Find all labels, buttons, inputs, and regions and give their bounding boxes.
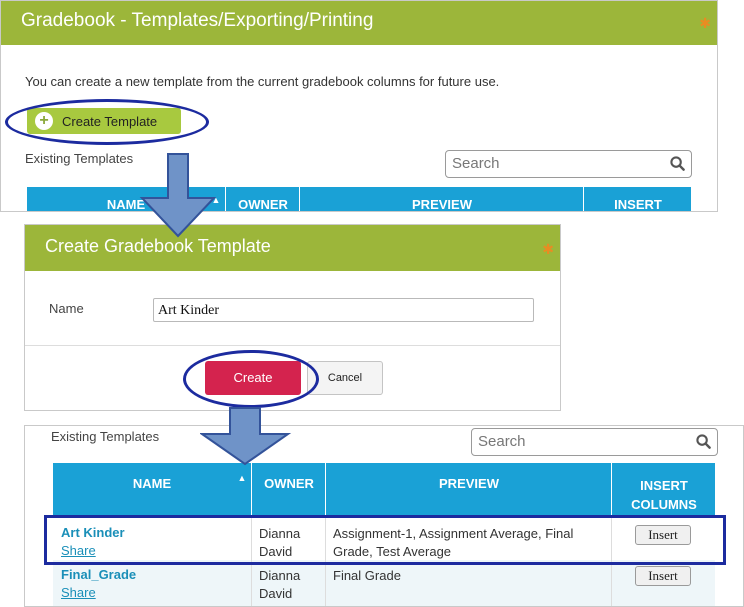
sort-asc-icon: ▲	[237, 473, 247, 483]
column-owner: OWNER	[225, 187, 300, 211]
required-star-icon: ✱	[542, 241, 554, 257]
dialog-header: Create Gradebook Template ✱	[25, 225, 560, 271]
insert-button[interactable]: Insert	[635, 566, 691, 586]
table-row: Final_Grade Share Dianna David Final Gra…	[53, 560, 715, 606]
highlight-oval-create	[183, 350, 319, 408]
down-arrow-icon	[139, 153, 217, 238]
highlight-oval-create-template	[5, 99, 209, 145]
column-insert: INSERT	[583, 187, 692, 211]
preview-cell: Final Grade	[333, 568, 401, 583]
name-label: Name	[49, 301, 84, 316]
owner-cell: Dianna David	[259, 568, 301, 601]
search-input[interactable]: Search	[471, 428, 718, 456]
search-placeholder: Search	[452, 155, 500, 172]
highlight-rect-new-row	[44, 515, 726, 565]
table-header: NAME ▲ OWNER PREVIEW INSERT	[27, 187, 692, 211]
search-placeholder: Search	[478, 433, 526, 450]
search-icon	[670, 156, 685, 171]
dialog-divider	[25, 345, 560, 346]
column-preview: PREVIEW	[325, 463, 612, 516]
share-link[interactable]: Share	[61, 585, 96, 600]
panel-description: You can create a new template from the c…	[25, 74, 500, 89]
search-icon	[696, 434, 711, 449]
existing-templates-label: Existing Templates	[25, 151, 134, 166]
template-name-link[interactable]: Final_Grade	[61, 567, 136, 582]
existing-templates-label: Existing Templates	[51, 429, 160, 444]
column-name[interactable]: NAME ▲	[53, 463, 251, 516]
panel-title: Gradebook - Templates/Exporting/Printing	[21, 10, 374, 31]
down-arrow-icon	[200, 407, 292, 466]
required-star-icon: ✱	[699, 15, 711, 31]
search-input[interactable]: Search	[445, 150, 692, 178]
column-owner: OWNER	[251, 463, 326, 516]
table-header: NAME ▲ OWNER PREVIEW INSERT COLUMNS	[53, 463, 715, 516]
template-name-input[interactable]: Art Kinder	[153, 298, 534, 322]
column-insert-columns: INSERT COLUMNS	[611, 463, 716, 516]
panel-header: Gradebook - Templates/Exporting/Printing…	[1, 1, 717, 45]
column-preview: PREVIEW	[299, 187, 584, 211]
